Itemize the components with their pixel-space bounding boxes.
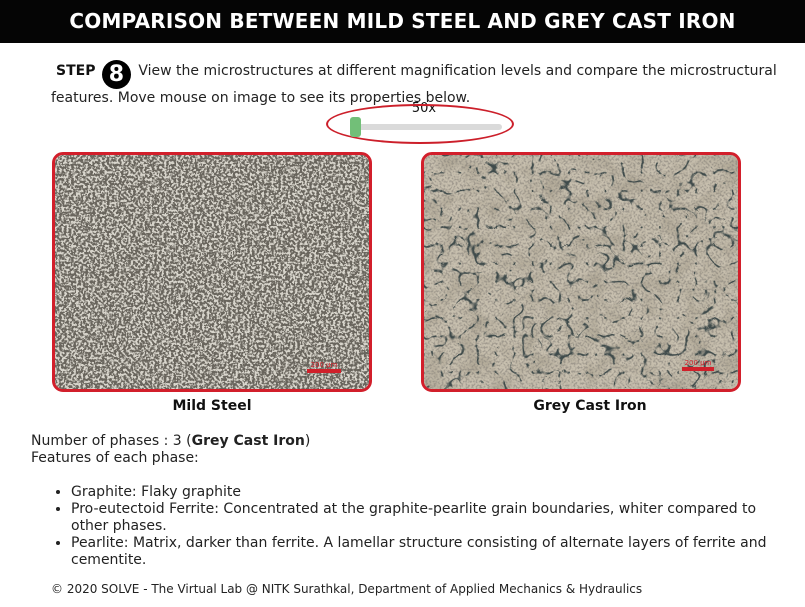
features-list: Graphite: Flaky graphite Pro-eutectoid F…	[31, 484, 791, 569]
step-instruction: STEP 8 View the microstructures at diffe…	[51, 60, 786, 107]
mild-steel-caption: Mild Steel	[172, 398, 252, 414]
phase-count: Number of phases : 3 (Grey Cast Iron)	[31, 433, 791, 450]
grey-cast-iron-texture: 200 μm	[424, 155, 738, 389]
scale-bar	[307, 369, 341, 373]
grey-cast-iron-caption: Grey Cast Iron	[533, 398, 647, 414]
grey-cast-iron-micrograph[interactable]: 200 μm	[421, 152, 741, 392]
phase-material: Grey Cast Iron	[191, 433, 305, 449]
phase-count-suffix: )	[304, 433, 311, 449]
scale-bar	[682, 367, 714, 371]
phase-count-prefix: Number of phases : 3 (	[31, 433, 192, 449]
feature-graphite: Graphite: Flaky graphite	[71, 484, 791, 501]
feature-pearlite: Pearlite: Matrix, darker than ferrite. A…	[71, 535, 791, 569]
step-instruction-text: View the microstructures at different ma…	[51, 63, 777, 106]
footer-copyright: © 2020 SOLVE - The Virtual Lab @ NITK Su…	[51, 582, 643, 596]
page-title: COMPARISON BETWEEN MILD STEEL AND GREY C…	[0, 0, 805, 43]
scale-bar-label: 200 μm	[685, 359, 712, 367]
mild-steel-micrograph[interactable]: 200 μm	[52, 152, 372, 392]
mild-steel-texture: 200 μm	[55, 155, 369, 389]
step-label: STEP	[56, 63, 96, 79]
properties-panel: Number of phases : 3 (Grey Cast Iron) Fe…	[31, 433, 791, 569]
magnification-slider[interactable]	[352, 124, 502, 130]
feature-ferrite: Pro-eutectoid Ferrite: Concentrated at t…	[71, 501, 791, 535]
features-heading: Features of each phase:	[31, 450, 199, 466]
scale-bar-label: 200 μm	[311, 361, 338, 369]
step-number-badge: 8	[101, 60, 131, 89]
magnification-slider-thumb[interactable]	[350, 117, 361, 137]
